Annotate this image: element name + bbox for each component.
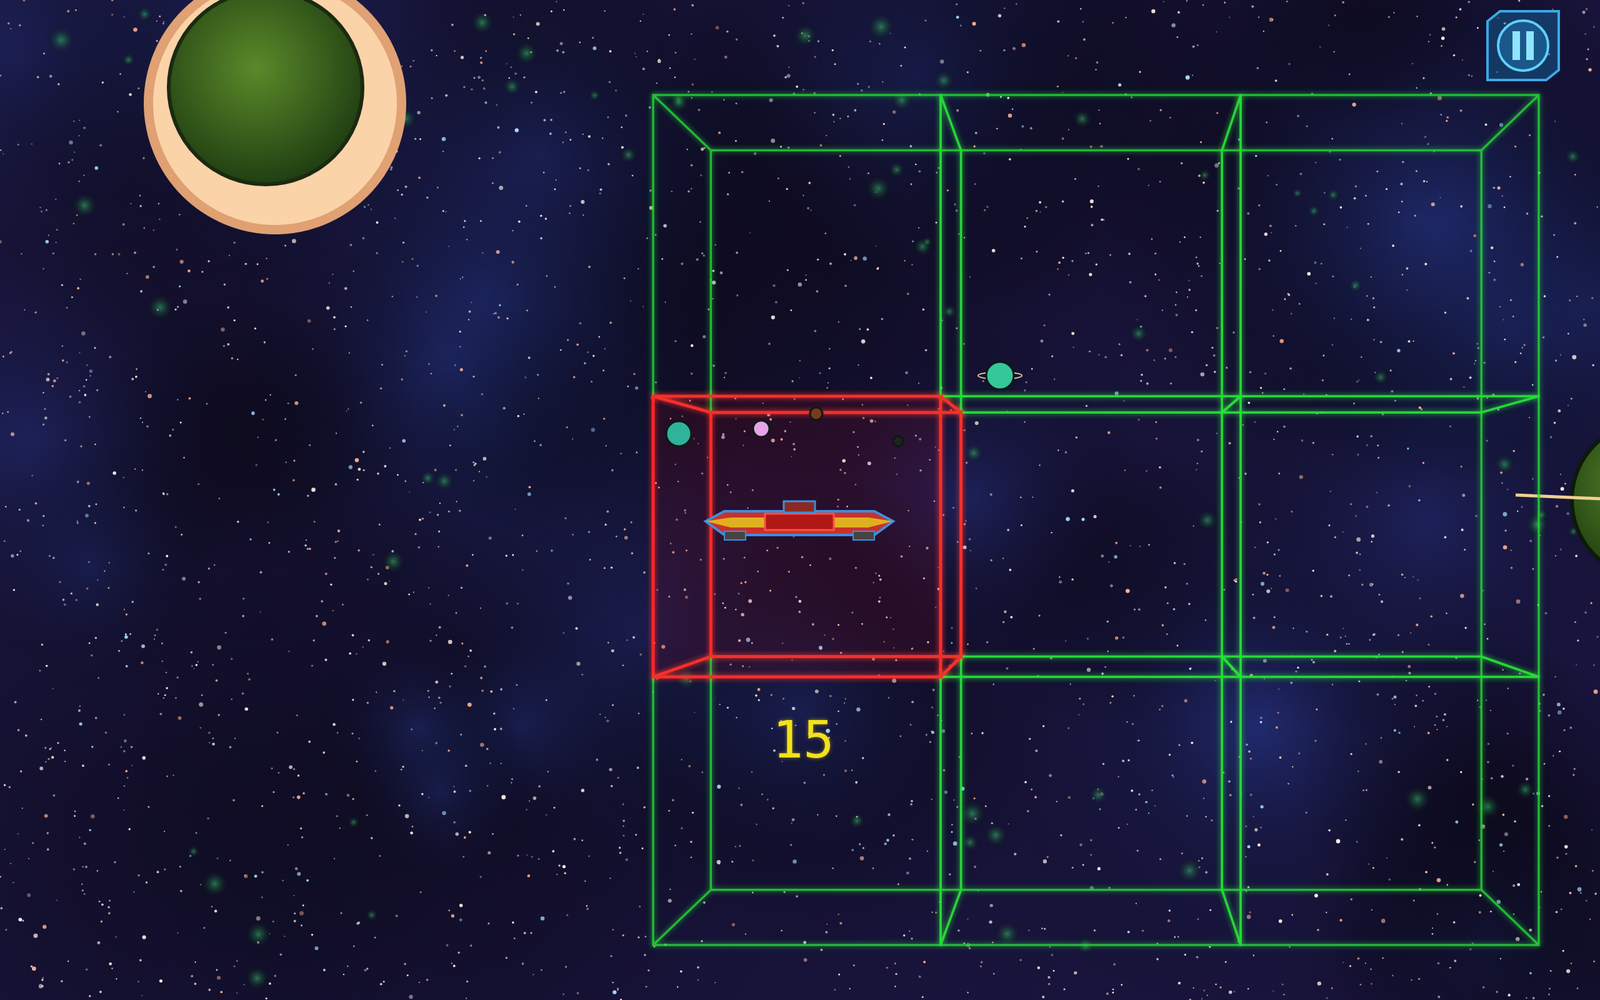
player-ship[interactable] <box>705 501 894 540</box>
grid-cell[interactable] <box>940 656 1241 946</box>
planet <box>1515 421 1600 579</box>
grid-cell[interactable] <box>653 396 962 677</box>
grid-cell[interactable] <box>1221 95 1539 413</box>
orb <box>753 420 770 437</box>
score-label: 15 <box>768 709 852 771</box>
pause-button[interactable] <box>1481 8 1565 83</box>
grid-cell[interactable] <box>1221 656 1539 946</box>
planet <box>143 0 407 235</box>
orb <box>666 421 692 447</box>
pause-icon <box>1481 8 1565 83</box>
orb <box>978 361 1022 390</box>
orb <box>893 436 904 447</box>
grid-cell[interactable] <box>653 656 962 946</box>
game-scene <box>0 0 1600 1000</box>
game-screen: 15 <box>0 0 1600 1000</box>
grid <box>653 95 1539 945</box>
grid-cell[interactable] <box>940 95 1241 413</box>
grid-cell[interactable] <box>1221 396 1539 677</box>
grid-cell[interactable] <box>940 396 1241 677</box>
grid-cell[interactable] <box>653 95 962 413</box>
orb <box>810 407 823 420</box>
